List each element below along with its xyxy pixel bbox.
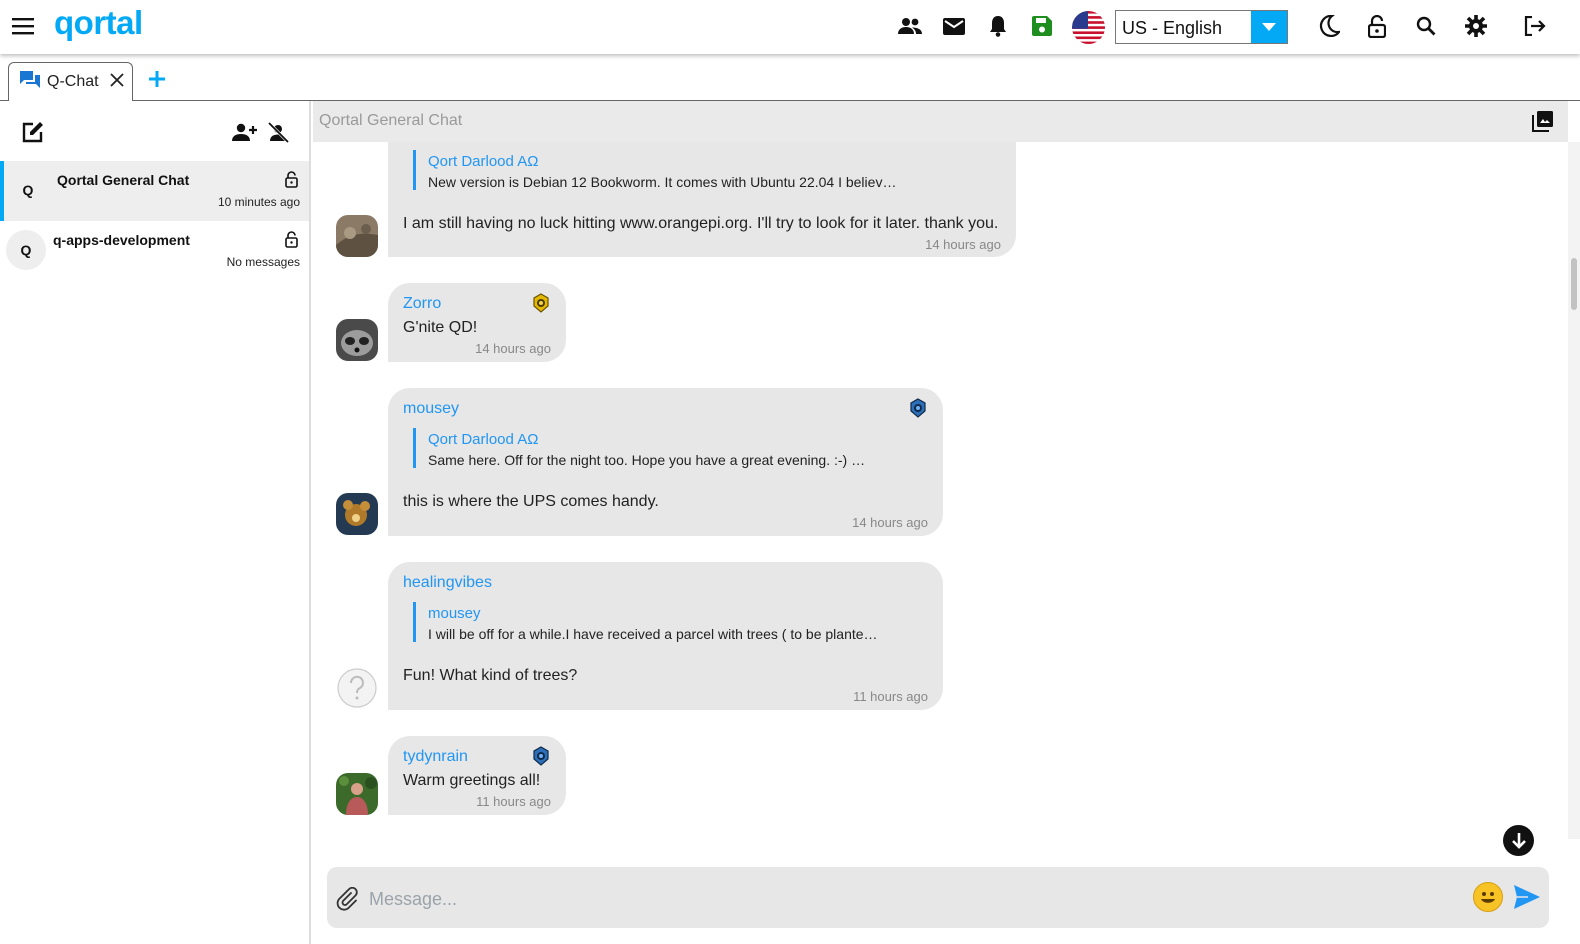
message-sender[interactable]: Zorro	[403, 295, 441, 313]
arrow-down-icon	[1511, 832, 1526, 849]
message-sender[interactable]: tydynrain	[403, 748, 468, 766]
avatar[interactable]	[336, 493, 378, 535]
message-text: this is where the UPS comes handy.	[403, 493, 659, 510]
message-time: 11 hours ago	[853, 689, 928, 704]
quote-text: Same here. Off for the night too. Hope y…	[428, 452, 866, 468]
moon-icon[interactable]	[1316, 13, 1342, 39]
chat-sidebar: Q Qortal General Chat 10 minutes ago Q q…	[0, 101, 311, 944]
message-text: I am still having no luck hitting www.or…	[403, 215, 999, 232]
compose-icon[interactable]	[22, 121, 44, 148]
language-select[interactable]: US - English	[1115, 10, 1288, 44]
emoji-icon[interactable]	[1473, 882, 1503, 912]
avatar[interactable]	[336, 773, 378, 815]
tab-q-chat[interactable]: Q-Chat	[8, 62, 133, 102]
chat-title: Qortal General Chat	[319, 112, 463, 129]
lock-icon[interactable]	[1364, 13, 1390, 39]
chat-icon	[19, 70, 41, 95]
chat-panel: Qortal General Chat Qort Darlood AΩ New …	[313, 101, 1580, 944]
chat-time: No messages	[226, 255, 300, 269]
bell-icon[interactable]	[985, 13, 1011, 39]
chat-name: q-apps-development	[53, 232, 190, 248]
quote-text: New version is Debian 12 Bookworm. It co…	[428, 174, 897, 190]
logout-icon[interactable]	[1522, 13, 1548, 39]
quote-sender: mousey	[428, 605, 481, 622]
lock-icon	[285, 231, 298, 253]
message-bubble[interactable]: healingvibes mousey I will be off for a …	[388, 562, 943, 710]
avatar: Q	[22, 182, 34, 198]
blue-level-badge-icon	[531, 746, 551, 771]
people-icon[interactable]	[897, 13, 923, 39]
qortal-logo[interactable]: qortal	[54, 4, 143, 42]
add-tab-button[interactable]	[146, 68, 168, 90]
message-scrollbar[interactable]	[1568, 142, 1580, 839]
message-text: Fun! What kind of trees?	[403, 667, 578, 684]
scroll-to-bottom-button[interactable]	[1503, 825, 1534, 856]
message-sender[interactable]: mousey	[403, 400, 459, 418]
message-text: G'nite QD!	[403, 319, 478, 336]
search-icon[interactable]	[1413, 13, 1439, 39]
message-time: 11 hours ago	[476, 794, 551, 809]
message-bubble[interactable]: tydynrain Warm greetings all! 11 hours a…	[388, 736, 566, 815]
quote-text: I will be off for a while.I have receive…	[428, 626, 878, 642]
chat-item-q-apps-development[interactable]: Q q-apps-development No messages	[0, 221, 309, 281]
message-time: 14 hours ago	[925, 237, 1001, 252]
avatar[interactable]	[336, 319, 378, 361]
chat-name: Qortal General Chat	[57, 172, 190, 188]
save-icon[interactable]	[1029, 13, 1055, 39]
quote-sender: Qort Darlood AΩ	[428, 153, 539, 170]
lock-icon	[285, 171, 298, 193]
chat-item-qortal-general-chat[interactable]: Q Qortal General Chat 10 minutes ago	[0, 161, 309, 221]
blue-level-badge-icon	[908, 398, 928, 423]
avatar-placeholder[interactable]	[336, 667, 378, 709]
mail-icon[interactable]	[941, 13, 967, 39]
message-composer	[327, 867, 1549, 928]
image-gallery-icon[interactable]	[1532, 110, 1554, 137]
message-sender[interactable]: healingvibes	[403, 574, 492, 592]
us-flag-icon[interactable]	[1072, 11, 1105, 44]
message-time: 14 hours ago	[852, 515, 928, 530]
gear-icon[interactable]	[1463, 13, 1489, 39]
reply-quote[interactable]: Qort Darlood AΩ New version is Debian 12…	[413, 150, 896, 190]
message-text: Warm greetings all!	[403, 772, 541, 789]
gold-level-badge-icon	[531, 293, 551, 318]
send-icon[interactable]	[1513, 884, 1541, 915]
avatar[interactable]	[336, 215, 378, 257]
chat-time: 10 minutes ago	[217, 195, 300, 209]
avatar: Q	[6, 230, 46, 270]
add-user-icon[interactable]	[232, 123, 258, 147]
quote-sender: Qort Darlood AΩ	[428, 431, 539, 448]
reply-quote[interactable]: mousey I will be off for a while.I have …	[413, 602, 878, 642]
menu-icon[interactable]	[10, 13, 36, 39]
message-input[interactable]	[369, 886, 1449, 912]
chevron-down-icon[interactable]	[1251, 11, 1287, 43]
tab-label: Q-Chat	[47, 73, 99, 90]
scrollbar-thumb[interactable]	[1571, 258, 1577, 310]
tab-bar: Q-Chat	[0, 54, 1580, 102]
chat-header: Qortal General Chat	[313, 101, 1568, 142]
reply-quote[interactable]: Qort Darlood AΩ Same here. Off for the n…	[413, 428, 865, 468]
message-bubble[interactable]: Zorro G'nite QD! 14 hours ago	[388, 283, 566, 362]
top-bar: qortal US - English	[0, 0, 1580, 54]
block-user-icon[interactable]	[267, 121, 290, 148]
message-time: 14 hours ago	[475, 341, 551, 356]
paperclip-icon[interactable]	[335, 886, 359, 916]
close-icon[interactable]	[110, 73, 124, 92]
message-bubble[interactable]: Qort Darlood AΩ New version is Debian 12…	[388, 142, 1016, 257]
language-value: US - English	[1122, 18, 1223, 38]
message-bubble[interactable]: mousey Qort Darlood AΩ Same here. Off fo…	[388, 388, 943, 536]
